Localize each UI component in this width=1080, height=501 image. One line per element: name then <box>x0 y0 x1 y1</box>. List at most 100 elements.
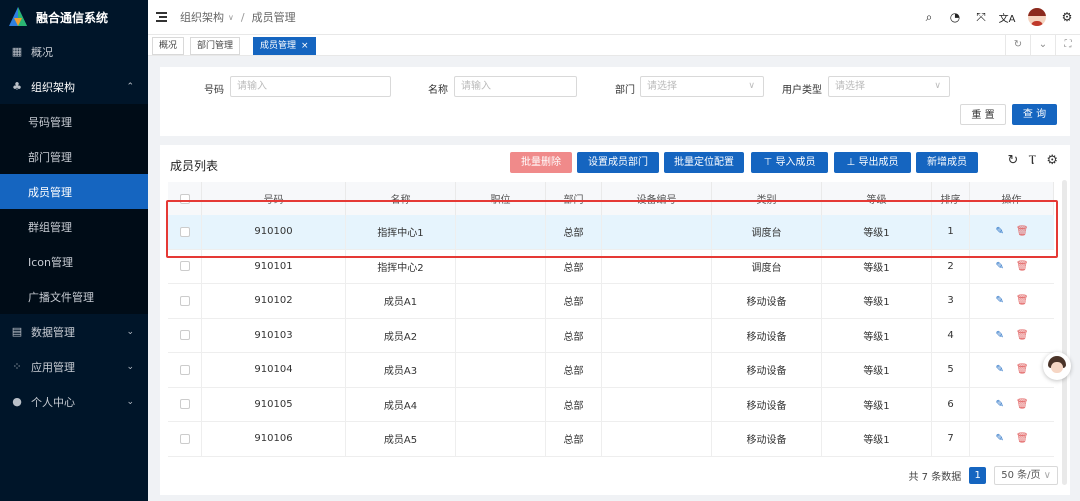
column-height-icon[interactable]: Ⲧ <box>1028 153 1036 168</box>
sidebar-item-broadcast-mgmt[interactable]: 广播文件管理 <box>0 279 148 314</box>
breadcrumb-item[interactable]: 组织架构 <box>180 9 224 25</box>
number-input[interactable]: 请输入 <box>230 76 391 97</box>
tab-overview[interactable]: 概况 <box>152 37 185 55</box>
dashboard-icon[interactable]: ◔ <box>942 10 968 24</box>
cell-device <box>602 422 712 456</box>
cell-dept: 总部 <box>546 249 602 283</box>
app-title: 融合通信系统 <box>36 10 109 25</box>
usertype-select[interactable]: 请选择 ∨ <box>828 76 950 97</box>
delete-icon[interactable]: 🗑 <box>1016 330 1029 341</box>
page-number[interactable]: 1 <box>969 467 987 484</box>
col-level[interactable]: 等级 <box>822 182 932 215</box>
dept-select[interactable]: 请选择 ∨ <box>640 76 764 97</box>
select-all-checkbox[interactable] <box>179 193 190 204</box>
cell-position <box>456 249 546 283</box>
gear-icon[interactable]: ⚙ <box>1046 153 1058 168</box>
edit-icon[interactable]: ✎ <box>995 261 1003 272</box>
tab-member-mgmt[interactable]: 成员管理 × <box>253 37 316 55</box>
cell-category: 调度台 <box>712 215 822 249</box>
menu-fold-icon[interactable] <box>156 12 170 22</box>
row-checkbox[interactable] <box>179 433 190 444</box>
edit-icon[interactable]: ✎ <box>995 433 1003 444</box>
edit-icon[interactable]: ✎ <box>995 295 1003 306</box>
col-position[interactable]: 职位 <box>456 182 546 215</box>
delete-icon[interactable]: 🗑 <box>1016 261 1029 272</box>
sidebar-item-group-mgmt[interactable]: 群组管理 <box>0 209 148 244</box>
col-category[interactable]: 类别 <box>712 182 822 215</box>
add-member-button[interactable]: 新增成员 <box>916 152 978 173</box>
row-checkbox[interactable] <box>179 364 190 375</box>
cell-position <box>456 215 546 249</box>
delete-icon[interactable]: 🗑 <box>1016 364 1029 375</box>
translate-icon[interactable]: 文A <box>994 10 1020 25</box>
batch-delete-button[interactable]: 批量删除 <box>510 152 572 173</box>
close-icon[interactable]: × <box>301 41 309 51</box>
col-device[interactable]: 设备编号 <box>602 182 712 215</box>
edit-icon[interactable]: ✎ <box>995 364 1003 375</box>
refresh-icon[interactable]: ↻ <box>1005 35 1030 55</box>
expand-icon[interactable]: ⛶ <box>1055 35 1080 55</box>
cell-number: 910106 <box>202 422 346 456</box>
row-checkbox[interactable] <box>179 295 190 306</box>
table-row[interactable]: 910101 指挥中心2 总部 调度台 等级1 2 ✎ 🗑 <box>168 249 1054 284</box>
name-input[interactable]: 请输入 <box>454 76 577 97</box>
sidebar-item-icon-mgmt[interactable]: Icon管理 <box>0 244 148 279</box>
col-order[interactable]: 排序 <box>932 182 970 215</box>
org-icon: ♣ <box>12 80 22 93</box>
tab-dept-mgmt[interactable]: 部门管理 <box>190 37 241 55</box>
row-checkbox[interactable] <box>179 330 190 341</box>
cell-actions: ✎ 🗑 <box>970 422 1054 456</box>
delete-icon[interactable]: 🗑 <box>1016 295 1029 306</box>
export-button[interactable]: ⊥ 导出成员 <box>834 152 911 173</box>
sidebar-item-apps[interactable]: ⁘ 应用管理 ⌄ <box>0 349 148 384</box>
cell-actions: ✎ 🗑 <box>970 284 1054 318</box>
table-row[interactable]: 910104 成员A3 总部 移动设备 等级1 5 ✎ 🗑 <box>168 353 1054 388</box>
row-checkbox[interactable] <box>179 261 190 272</box>
sidebar-item-org[interactable]: ♣ 组织架构 ⌃ <box>0 69 148 104</box>
cell-category: 移动设备 <box>712 318 822 352</box>
edit-icon[interactable]: ✎ <box>995 330 1003 341</box>
delete-icon[interactable]: 🗑 <box>1016 226 1029 237</box>
cell-actions: ✎ 🗑 <box>970 215 1054 249</box>
sidebar-item-overview[interactable]: ▦ 概况 <box>0 34 148 69</box>
sidebar-item-number-mgmt[interactable]: 号码管理 <box>0 104 148 139</box>
col-dept[interactable]: 部门 <box>546 182 602 215</box>
row-checkbox[interactable] <box>179 399 190 410</box>
col-name[interactable]: 名称 <box>346 182 456 215</box>
chevron-down-icon[interactable]: ⌄ <box>1030 35 1055 55</box>
sidebar-item-data[interactable]: ▤ 数据管理 ⌄ <box>0 314 148 349</box>
table-row[interactable]: 910106 成员A5 总部 移动设备 等级1 7 ✎ 🗑 <box>168 422 1054 457</box>
delete-icon[interactable]: 🗑 <box>1016 399 1029 410</box>
row-checkbox[interactable] <box>179 226 190 237</box>
edit-icon[interactable]: ✎ <box>995 399 1003 410</box>
import-button[interactable]: ⊤ 导入成员 <box>751 152 828 173</box>
cell-device <box>602 353 712 387</box>
delete-icon[interactable]: 🗑 <box>1016 433 1029 444</box>
table-row[interactable]: 910102 成员A1 总部 移动设备 等级1 3 ✎ 🗑 <box>168 284 1054 319</box>
assistant-avatar[interactable] <box>1043 352 1071 380</box>
reset-button[interactable]: 重 置 <box>960 104 1006 125</box>
table-row[interactable]: 910105 成员A4 总部 移动设备 等级1 6 ✎ 🗑 <box>168 387 1054 422</box>
fullscreen-icon[interactable]: ⤧ <box>968 10 994 25</box>
set-dept-button[interactable]: 设置成员部门 <box>577 152 659 173</box>
refresh-icon[interactable]: ↻ <box>1007 153 1018 168</box>
sidebar-item-dept-mgmt[interactable]: 部门管理 <box>0 139 148 174</box>
cell-name: 成员A4 <box>346 387 456 421</box>
sidebar-item-member-mgmt[interactable]: 成员管理 <box>0 174 148 209</box>
gear-icon[interactable]: ⚙ <box>1054 10 1080 24</box>
search-icon[interactable]: ⌕ <box>916 10 942 25</box>
search-button[interactable]: 查 询 <box>1012 104 1057 125</box>
scrollbar[interactable] <box>1062 180 1067 485</box>
cell-actions: ✎ 🗑 <box>970 353 1054 387</box>
chevron-down-icon: ∨ <box>1043 470 1051 481</box>
col-number[interactable]: 号码 <box>202 182 346 215</box>
table-row[interactable]: 910103 成员A2 总部 移动设备 等级1 4 ✎ 🗑 <box>168 318 1054 353</box>
batch-locate-button[interactable]: 批量定位配置 <box>664 152 744 173</box>
usertype-label: 用户类型 <box>782 85 822 96</box>
page-size-select[interactable]: 50 条/页 ∨ <box>994 466 1058 485</box>
edit-icon[interactable]: ✎ <box>995 226 1003 237</box>
app-logo[interactable]: 融合通信系统 <box>0 0 148 34</box>
sidebar-item-personal[interactable]: ● 个人中心 ⌄ <box>0 384 148 419</box>
table-row[interactable]: 910100 指挥中心1 总部 调度台 等级1 1 ✎ 🗑 <box>168 215 1054 250</box>
avatar[interactable] <box>1028 8 1046 26</box>
